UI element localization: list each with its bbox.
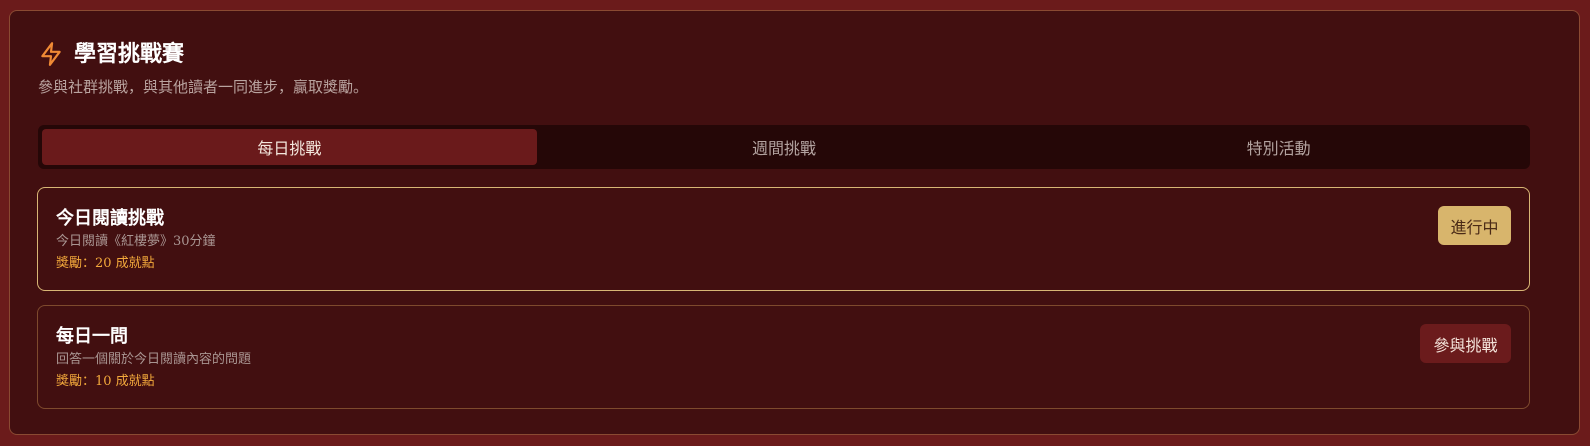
challenge-panel: 學習挑戰賽 參與社群挑戰，與其他讀者一同進步，贏取獎勵。 每日挑戰 週間挑戰 特… — [9, 10, 1580, 435]
challenge-title: 每日一問 — [56, 326, 128, 347]
tab-weekly-challenge[interactable]: 週間挑戰 — [537, 129, 1032, 165]
page-title: 學習挑戰賽 — [74, 41, 185, 67]
tab-special-events[interactable]: 特別活動 — [1031, 129, 1526, 165]
tab-daily-challenge[interactable]: 每日挑戰 — [42, 129, 537, 165]
challenge-tabs: 每日挑戰 週間挑戰 特別活動 — [38, 125, 1530, 169]
challenge-reward: 獎勵：20 成就點 — [56, 256, 155, 271]
challenge-description: 今日閱讀《紅樓夢》30分鐘 — [56, 234, 216, 249]
panel-header: 學習挑戰賽 — [38, 39, 184, 69]
in-progress-button[interactable]: 進行中 — [1438, 206, 1511, 245]
challenge-reward: 獎勵：10 成就點 — [56, 374, 155, 389]
challenge-card-daily-question: 每日一問 回答一個關於今日閱讀內容的問題 獎勵：10 成就點 參與挑戰 — [37, 305, 1530, 409]
join-challenge-button[interactable]: 參與挑戰 — [1420, 324, 1511, 363]
challenge-title: 今日閱讀挑戰 — [56, 208, 164, 229]
lightning-bolt-icon — [38, 41, 64, 67]
page-subtitle: 參與社群挑戰，與其他讀者一同進步，贏取獎勵。 — [38, 78, 369, 96]
challenge-description: 回答一個關於今日閱讀內容的問題 — [56, 352, 252, 367]
challenge-card-daily-reading: 今日閱讀挑戰 今日閱讀《紅樓夢》30分鐘 獎勵：20 成就點 進行中 — [37, 187, 1530, 291]
